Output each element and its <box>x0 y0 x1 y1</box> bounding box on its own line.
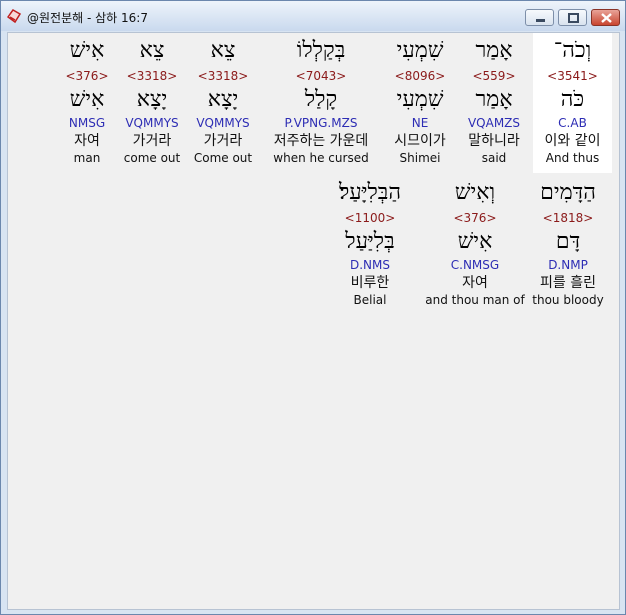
english-gloss: Belial <box>353 293 387 307</box>
morphology-code: VQMMYS <box>125 116 179 130</box>
english-gloss: come out <box>123 151 181 165</box>
hebrew-lemma: אִישׁ <box>69 87 105 112</box>
strong-number: <559> <box>472 69 516 83</box>
hebrew-word: צֵא <box>139 38 165 63</box>
korean-gloss: 이와 같이 <box>544 133 601 149</box>
hebrew-lemma: אָמַר <box>475 87 513 112</box>
english-gloss: when he cursed <box>273 151 369 165</box>
morphology-code: NE <box>411 116 429 130</box>
english-gloss: thou bloody <box>532 293 604 307</box>
hebrew-lemma: אִישׁ <box>457 229 493 254</box>
hebrew-word: וְאִישׁ <box>454 180 496 205</box>
window-title: @원전분해 - 삼하 16:7 <box>27 11 148 25</box>
word-block-and-thou-man-of[interactable]: וְאִישׁ <376> אִישׁ C.NMSG 자여 and thou m… <box>424 175 526 315</box>
title-bar[interactable]: @원전분해 - 삼하 16:7 <box>1 1 625 31</box>
strong-number: <3541> <box>547 69 598 83</box>
close-icon <box>601 13 612 23</box>
english-gloss: Come out <box>193 151 253 165</box>
strong-number: <7043> <box>295 69 347 83</box>
strong-number: <1100> <box>344 211 396 225</box>
hebrew-word: אָמַר <box>475 38 513 63</box>
morphology-code: P.VPNG.MZS <box>284 116 358 130</box>
hebrew-word: שִׁמְעִי <box>396 38 444 63</box>
korean-gloss: 시므이가 <box>394 133 446 149</box>
morphology-code: NMSG <box>68 116 106 130</box>
morphology-code: VQAMZS <box>467 116 521 130</box>
hebrew-lemma: יָצָא <box>136 87 168 112</box>
minimize-button[interactable] <box>525 9 554 26</box>
english-gloss: Shimei <box>399 151 441 165</box>
hebrew-lemma: יָצָא <box>207 87 239 112</box>
hebrew-lemma: שִׁמְעִי <box>396 87 444 112</box>
english-gloss: And thus <box>545 151 600 165</box>
hebrew-word: צֵא <box>210 38 236 63</box>
morphology-code: VQMMYS <box>196 116 250 130</box>
strong-number: <3318> <box>197 69 249 83</box>
strong-number: <376> <box>65 69 109 83</box>
app-window: @원전분해 - 삼하 16:7 וְכֹה־ <3541> כֹּה C.AB … <box>0 0 626 615</box>
close-button[interactable] <box>591 9 620 26</box>
minimize-icon <box>536 19 545 22</box>
word-block-when-he-cursed[interactable]: בְּקַלְלוֹ <7043> קָלַל P.VPNG.MZS 저주하는 … <box>260 33 382 173</box>
korean-gloss: 비루한 <box>350 275 390 291</box>
korean-gloss: 말하니라 <box>468 133 520 149</box>
korean-gloss: 가거라 <box>132 133 172 149</box>
word-block-shimei[interactable]: שִׁמְעִי <8096> שִׁמְעִי NE 시므이가 Shimei <box>383 33 457 173</box>
morphology-code: C.NMSG <box>450 258 500 272</box>
word-block-man[interactable]: אִישׁ <376> אִישׁ NMSG 자여 man <box>60 33 114 173</box>
hebrew-word: בְּקַלְלוֹ <box>296 38 346 63</box>
morphology-code: D.NMS <box>349 258 390 272</box>
korean-gloss: 저주하는 가운데 <box>273 133 369 149</box>
strong-number: <1818> <box>542 211 594 225</box>
word-block-belial[interactable]: הַבְּלִיָּעַל׃ <1100> בְּלִיַּעַל D.NMS … <box>324 175 416 315</box>
hebrew-word: וְכֹה־ <box>553 38 592 63</box>
hebrew-word: הַדָּמִים <box>540 180 596 205</box>
strong-number: <3318> <box>126 69 178 83</box>
hebrew-lemma: קָלַל <box>304 87 338 112</box>
maximize-button[interactable] <box>558 9 587 26</box>
maximize-icon <box>568 13 579 23</box>
hebrew-lemma: כֹּה <box>560 87 585 112</box>
morphology-code: C.AB <box>558 116 587 130</box>
korean-gloss: 피를 흘린 <box>540 275 596 291</box>
english-gloss: said <box>481 151 507 165</box>
korean-gloss: 자여 <box>74 133 100 149</box>
korean-gloss: 자여 <box>462 275 488 291</box>
app-logo-icon <box>6 8 22 24</box>
strong-number: <8096> <box>394 69 446 83</box>
word-block-come-out-2[interactable]: צֵא <3318> יָצָא VQMMYS 가거라 come out <box>117 33 187 173</box>
hebrew-lemma: בְּלִיַּעַל <box>345 229 395 254</box>
hebrew-word: הַבְּלִיָּעַל׃ <box>338 180 402 205</box>
word-block-said[interactable]: אָמַר <559> אָמַר VQAMZS 말하니라 said <box>458 33 530 173</box>
word-block-come-out-1[interactable]: צֵא <3318> יָצָא VQMMYS 가거라 Come out <box>188 33 258 173</box>
hebrew-lemma: דָּם <box>555 229 581 254</box>
korean-gloss: 가거라 <box>203 133 243 149</box>
morphology-code: D.NMP <box>548 258 588 272</box>
strong-number: <376> <box>453 211 497 225</box>
hebrew-word: אִישׁ <box>69 38 105 63</box>
word-analysis-panel: וְכֹה־ <3541> כֹּה C.AB 이와 같이 And thus א… <box>7 32 620 610</box>
word-block-thou-bloody[interactable]: הַדָּמִים <1818> דָּם D.NMP 피를 흘린 thou b… <box>530 175 606 315</box>
english-gloss: man <box>73 151 101 165</box>
english-gloss: and thou man of <box>425 293 525 307</box>
word-block-and-thus[interactable]: וְכֹה־ <3541> כֹּה C.AB 이와 같이 And thus <box>533 33 612 173</box>
